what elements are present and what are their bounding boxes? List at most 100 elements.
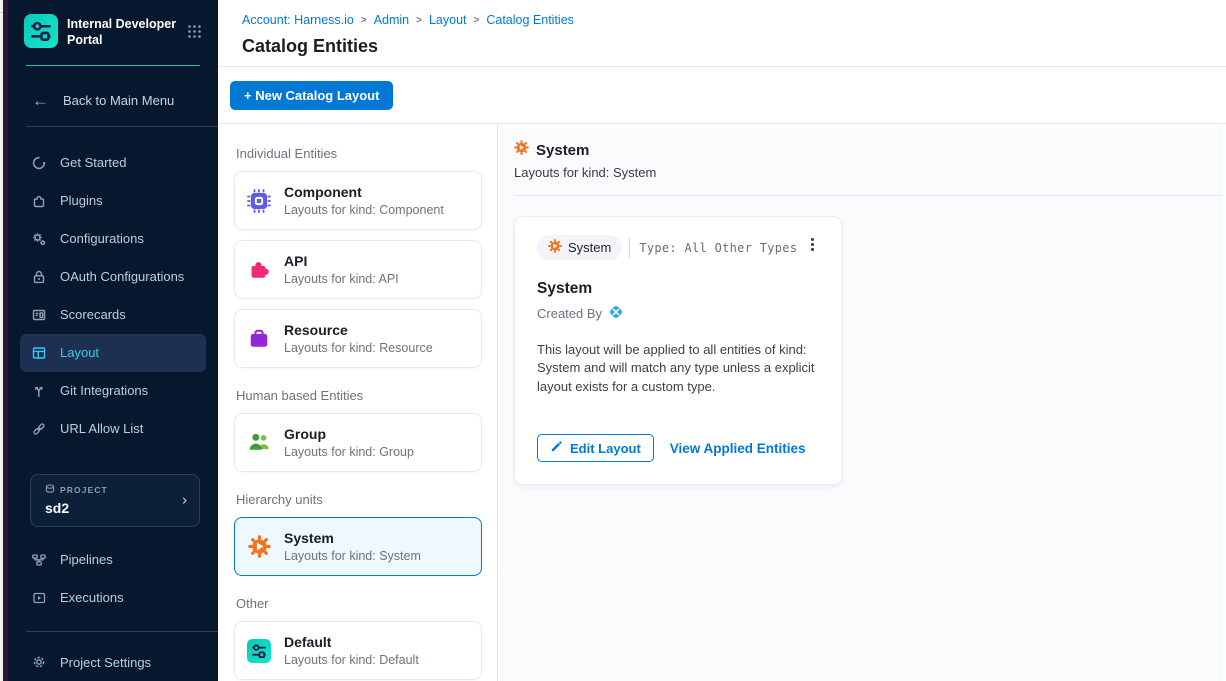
sidebar-item-label: Git Integrations <box>60 383 148 398</box>
breadcrumb-sep-icon: > <box>416 15 422 26</box>
back-to-main-menu[interactable]: ← Back to Main Menu <box>8 92 218 109</box>
type-label: Type: All Other Types <box>639 241 797 255</box>
entity-card-api[interactable]: API Layouts for kind: API <box>234 240 482 299</box>
system-gear-icon <box>247 535 271 559</box>
edit-layout-button[interactable]: Edit Layout <box>537 434 654 462</box>
default-logo-icon <box>247 639 271 663</box>
breadcrumb-sep-icon: > <box>474 15 480 26</box>
entity-desc: Layouts for kind: System <box>284 549 421 563</box>
sidebar-footer: Project Settings <box>8 643 218 681</box>
pipelines-icon <box>30 551 47 568</box>
detail-header: System <box>514 140 1226 160</box>
component-chip-icon <box>247 189 271 213</box>
sidebar-item-label: Plugins <box>60 193 103 208</box>
sidebar-item-url-allow-list[interactable]: URL Allow List <box>20 410 206 448</box>
sidebar-item-oauth-configurations[interactable]: OAuth Configurations <box>20 258 206 296</box>
sidebar-item-get-started[interactable]: Get Started <box>20 144 206 182</box>
new-catalog-layout-button[interactable]: + New Catalog Layout <box>230 81 393 110</box>
section-title: Human based Entities <box>236 388 482 403</box>
section-title: Other <box>236 596 482 611</box>
sidebar-item-label: Configurations <box>60 231 144 246</box>
system-gear-icon <box>548 239 562 256</box>
sidebar-item-layout[interactable]: Layout <box>20 334 206 372</box>
entity-name: Group <box>284 426 414 442</box>
detail-divider <box>514 195 1223 196</box>
executions-icon <box>30 589 47 606</box>
project-label: PROJECT <box>45 484 187 496</box>
chevron-right-icon: › <box>182 492 187 509</box>
breadcrumb-admin[interactable]: Admin <box>374 13 409 27</box>
breadcrumb: Account: Harness.io > Admin > Layout > C… <box>242 13 1226 27</box>
window-edge-light <box>0 0 3 681</box>
breadcrumb-catalog-entities[interactable]: Catalog Entities <box>486 13 574 27</box>
entity-list: Individual Entities Component <box>218 124 498 681</box>
entity-card-resource[interactable]: Resource Layouts for kind: Resource <box>234 309 482 368</box>
main-area: Account: Harness.io > Admin > Layout > C… <box>218 0 1226 681</box>
pencil-icon <box>550 440 563 456</box>
kebab-menu-icon[interactable] <box>806 235 819 254</box>
resource-briefcase-icon <box>247 327 271 351</box>
entity-card-system[interactable]: System Layouts for kind: System <box>234 517 482 576</box>
sidebar-item-configurations[interactable]: Configurations <box>20 220 206 258</box>
sidebar-item-label: Executions <box>60 590 124 605</box>
layout-card-description: This layout will be applied to all entit… <box>537 341 819 396</box>
section-title: Individual Entities <box>236 146 482 161</box>
entity-desc: Layouts for kind: Resource <box>284 341 433 355</box>
sidebar-item-git-integrations[interactable]: Git Integrations <box>20 372 206 410</box>
git-branch-icon <box>30 382 47 399</box>
layout-icon <box>30 344 47 361</box>
created-by: Created By <box>537 304 819 323</box>
sidebar-item-pipelines[interactable]: Pipelines <box>20 541 206 579</box>
sidebar-item-label: URL Allow List <box>60 421 143 436</box>
sidebar-item-label: OAuth Configurations <box>60 269 184 284</box>
breadcrumb-sep-icon: > <box>361 15 367 26</box>
plugins-icon <box>30 192 47 209</box>
sidebar-item-label: Get Started <box>60 155 126 170</box>
sidebar-item-label: Project Settings <box>60 655 151 670</box>
sidebar-nav: Get Started Plugins <box>8 144 218 448</box>
kind-chip-label: System <box>568 240 611 255</box>
group-people-icon <box>247 431 271 455</box>
layout-card-top: System Type: All Other Types <box>537 235 819 260</box>
sidebar-item-project-settings[interactable]: Project Settings <box>20 643 206 681</box>
chip-divider <box>629 238 630 258</box>
breadcrumb-account[interactable]: Account: Harness.io <box>242 13 354 27</box>
system-gear-icon <box>514 140 529 160</box>
view-applied-entities-link[interactable]: View Applied Entities <box>670 441 806 456</box>
layout-card-actions: Edit Layout View Applied Entities <box>537 434 819 462</box>
entity-name: Default <box>284 634 419 650</box>
scorecard-icon <box>30 306 47 323</box>
sidebar-item-label: Pipelines <box>60 552 113 567</box>
created-by-label: Created By <box>537 306 602 321</box>
breadcrumb-layout[interactable]: Layout <box>429 13 467 27</box>
project-selector[interactable]: PROJECT sd2 › <box>30 474 200 527</box>
sidebar-item-executions[interactable]: Executions <box>20 579 206 617</box>
page-header: Account: Harness.io > Admin > Layout > C… <box>218 0 1226 66</box>
app-window: Internal Developer Portal ← Back to Main… <box>0 0 1226 681</box>
link-icon <box>30 420 47 437</box>
get-started-icon <box>30 154 47 171</box>
content: Individual Entities Component <box>218 123 1226 681</box>
project-icon <box>45 484 55 496</box>
configurations-icon <box>30 230 47 247</box>
entity-name: Component <box>284 184 444 200</box>
idp-logo-icon <box>24 14 58 51</box>
entity-card-component[interactable]: Component Layouts for kind: Component <box>234 171 482 230</box>
sidebar-item-scorecards[interactable]: Scorecards <box>20 296 206 334</box>
project-name: sd2 <box>45 500 187 516</box>
gear-icon <box>30 654 47 671</box>
section-title: Hierarchy units <box>236 492 482 507</box>
entity-desc: Layouts for kind: Default <box>284 653 419 667</box>
kind-chip: System <box>537 235 622 260</box>
sidebar-item-plugins[interactable]: Plugins <box>20 182 206 220</box>
entity-card-default[interactable]: Default Layouts for kind: Default <box>234 621 482 680</box>
detail-subtitle: Layouts for kind: System <box>514 165 1226 180</box>
entity-card-group[interactable]: Group Layouts for kind: Group <box>234 413 482 472</box>
entity-name: Resource <box>284 322 433 338</box>
layout-card: System Type: All Other Types System Crea… <box>514 216 842 485</box>
arrow-left-icon: ← <box>32 92 49 109</box>
detail-panel: System Layouts for kind: System <box>498 124 1226 681</box>
back-label: Back to Main Menu <box>63 93 174 108</box>
sidebar-nav-bottom: Pipelines Executions <box>8 541 218 617</box>
app-grid-icon[interactable] <box>187 24 202 42</box>
